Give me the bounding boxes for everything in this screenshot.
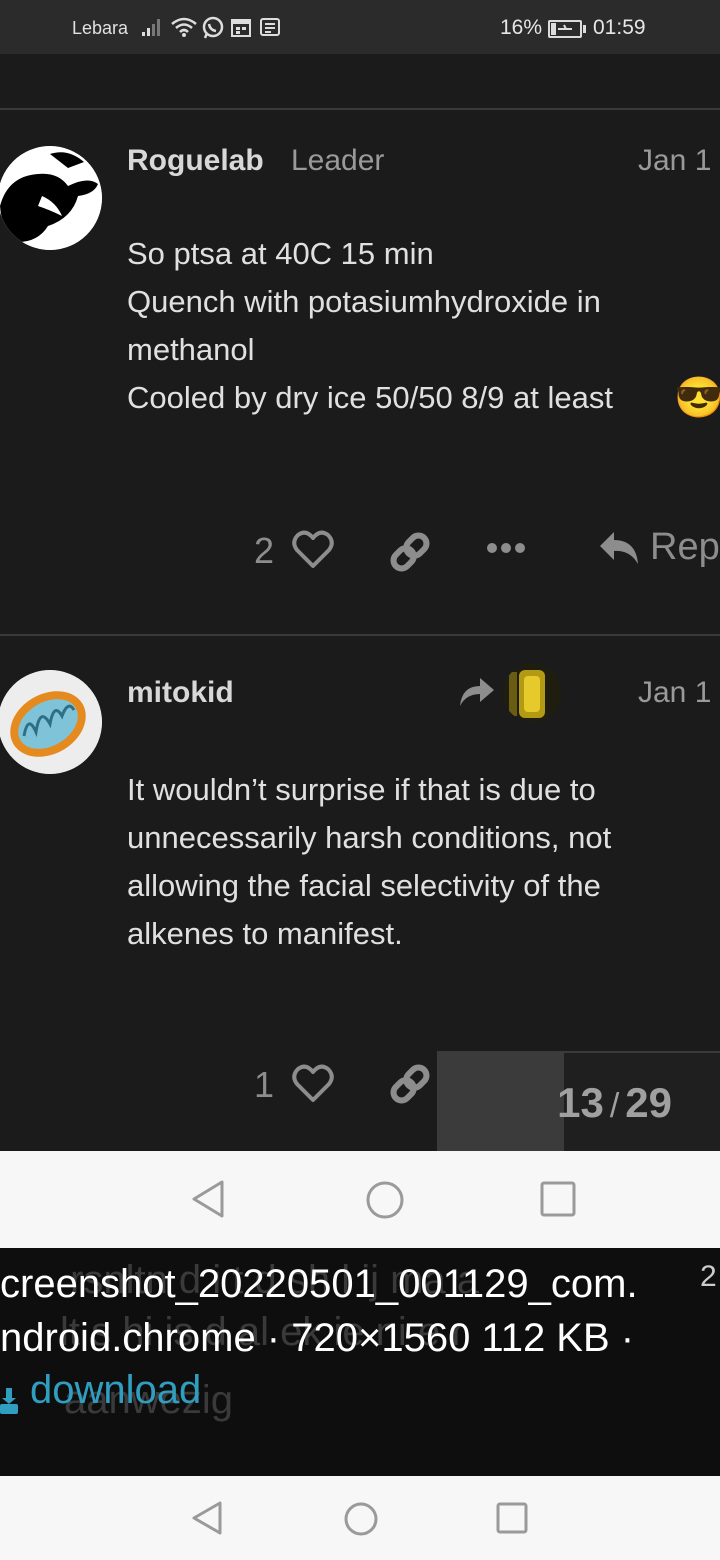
calendar-icon [230,16,252,43]
heart-icon[interactable] [292,1064,334,1109]
reply-label: Rep [650,526,720,568]
home-icon[interactable] [365,1180,405,1225]
heart-icon[interactable] [292,530,334,575]
progress-fill [437,1053,564,1153]
file-name-line-1: creenshot_20220501_001129_com. [0,1262,638,1306]
navigation-bar-secondary [0,1476,720,1560]
reply-icon [600,532,638,564]
post-body: It wouldn’t surprise if that is due to u… [127,766,720,958]
recents-icon[interactable] [540,1181,576,1222]
post-username[interactable]: Roguelab [127,144,264,178]
whatsapp-icon [201,16,225,45]
notification-icon [259,16,281,43]
home-icon[interactable] [343,1501,379,1542]
post-date[interactable]: Jan 1 [638,676,711,710]
like-count: 2 [254,530,275,571]
progress-current: 13 [557,1079,604,1126]
back-icon[interactable] [190,1500,224,1541]
recents-icon[interactable] [496,1502,528,1539]
reply-to-avatar[interactable] [503,664,561,722]
screenshot-caption-overlay: rsnltn d i t d sh l ij ma a lt s hi is d… [0,1248,720,1476]
post-text: It wouldn’t surprise if that is due to u… [127,772,612,951]
avatar[interactable] [0,146,102,250]
post-text: So ptsa at 40C 15 min Quench with potasi… [127,236,613,415]
download-link[interactable]: download [30,1368,201,1413]
download-icon[interactable] [0,1382,18,1421]
battery-percent: 16% [500,16,543,39]
post-body: So ptsa at 40C 15 min Quench with potasi… [127,230,720,422]
progress-text: 13/29 [557,1079,672,1126]
avatar[interactable] [0,670,102,774]
post-roguelab: Roguelab Leader Jan 1 So ptsa at 40C 15 … [0,110,720,634]
status-bar: Lebara 16% 01:59 [0,0,720,54]
reply-to-icon[interactable] [458,676,496,715]
post-date[interactable]: Jan 1 [638,144,711,178]
link-icon[interactable] [388,1062,432,1111]
back-icon[interactable] [190,1179,226,1224]
signal-icon [140,16,164,43]
post-username[interactable]: mitokid [127,676,234,710]
progress-total: 29 [625,1079,672,1126]
clock: 01:59 [593,16,646,39]
user-role: Leader [291,144,385,177]
carrier-label: Lebara [72,18,129,38]
link-icon[interactable] [388,530,432,579]
sunglasses-emoji: 😎 [674,376,720,420]
file-meta-line: ndroid.chrome · 720×1560 112 KB · [0,1316,635,1360]
battery-charging-icon [548,20,586,38]
like-count: 1 [254,1064,275,1105]
topic-progress[interactable]: 13/29 [437,1051,720,1153]
file-name-suffix: 2 [700,1260,717,1293]
more-options-icon[interactable] [486,540,526,561]
wifi-icon [170,16,198,43]
navigation-bar [0,1151,720,1248]
